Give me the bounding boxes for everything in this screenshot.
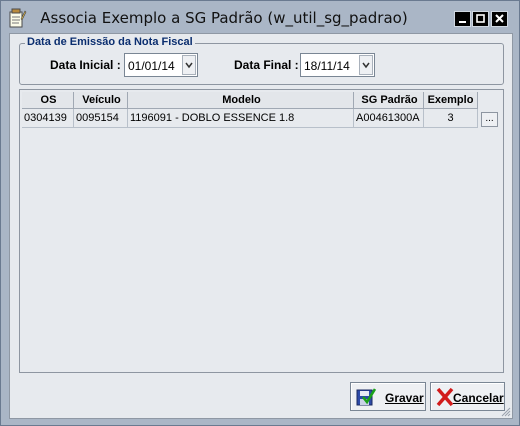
date-filter-group-title: Data de Emissão da Nota Fiscal	[25, 36, 195, 48]
column-header-sg-padrao[interactable]: SG Padrão	[354, 92, 424, 109]
cell-modelo[interactable]: 1196091 - DOBLO ESSENCE 1.8	[128, 109, 354, 128]
window-title: Associa Exemplo a SG Padrão (w_util_sg_p…	[40, 9, 408, 27]
start-date-field[interactable]: 01/01/14	[124, 53, 198, 77]
maximize-icon	[476, 14, 485, 23]
close-icon	[495, 14, 504, 23]
save-button-label: Gravar	[385, 391, 424, 405]
application-window: Associa Exemplo a SG Padrão (w_util_sg_p…	[0, 0, 520, 426]
chevron-down-icon	[185, 62, 193, 69]
end-date-value: 18/11/14	[304, 59, 350, 73]
cancel-button[interactable]: Cancelar	[430, 382, 505, 411]
results-grid[interactable]: OS Veículo Modelo SG Padrão Exemplo 0304…	[19, 89, 504, 373]
cancel-button-label: Cancelar	[453, 391, 504, 405]
cell-veiculo[interactable]: 0095154	[74, 109, 128, 128]
save-button[interactable]: Gravar	[350, 382, 426, 411]
start-date-label: Data Inicial :	[50, 58, 121, 72]
cell-sg-padrao[interactable]: A00461300A	[354, 109, 424, 128]
start-date-value: 01/01/14	[128, 59, 175, 73]
date-filter-group: Data de Emissão da Nota Fiscal Data Inic…	[19, 36, 504, 85]
column-header-exemplo[interactable]: Exemplo	[424, 92, 478, 109]
row-ellipsis-button[interactable]: ...	[481, 112, 498, 127]
end-date-dropdown-button[interactable]	[359, 55, 373, 75]
end-date-field[interactable]: 18/11/14	[300, 53, 375, 77]
column-header-veiculo[interactable]: Veículo	[74, 92, 128, 109]
minimize-button[interactable]	[454, 11, 471, 27]
close-button[interactable]	[491, 11, 508, 27]
maximize-button[interactable]	[472, 11, 489, 27]
column-header-modelo[interactable]: Modelo	[128, 92, 354, 109]
cell-os[interactable]: 0304139	[22, 109, 74, 128]
column-header-os[interactable]: OS	[22, 92, 74, 109]
chevron-down-icon	[362, 62, 370, 69]
cell-exemplo[interactable]: 3	[424, 109, 478, 128]
resize-grip-icon[interactable]	[499, 405, 511, 417]
save-disk-check-icon	[356, 387, 377, 407]
window-client-area: Data de Emissão da Nota Fiscal Data Inic…	[9, 33, 513, 419]
minimize-icon	[459, 21, 466, 23]
start-date-dropdown-button[interactable]	[182, 55, 196, 75]
end-date-label: Data Final :	[234, 58, 299, 72]
title-bar[interactable]: Associa Exemplo a SG Padrão (w_util_sg_p…	[1, 1, 519, 33]
